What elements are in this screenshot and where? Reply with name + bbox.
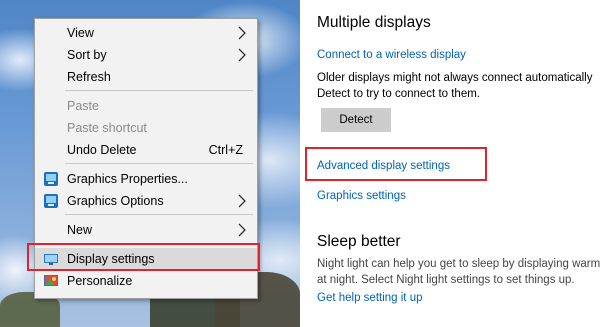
- graphics-settings-link[interactable]: Graphics settings: [317, 190, 406, 202]
- graphics-properties-icon: [44, 172, 58, 186]
- chevron-right-icon: [238, 194, 246, 208]
- menu-item-paste-shortcut[interactable]: Paste shortcut: [35, 117, 257, 139]
- display-settings-panel: Multiple displays Connect to a wireless …: [300, 0, 600, 327]
- older-displays-text-2: Detect to try to connect to them.: [317, 88, 480, 100]
- highlight-box: [305, 147, 487, 181]
- older-displays-text: Older displays might not always connect …: [317, 72, 593, 84]
- menu-item-view[interactable]: View: [35, 22, 257, 44]
- menu-item-new[interactable]: New: [35, 219, 257, 241]
- desktop-background: View Sort by Refresh Paste Paste shortcu…: [0, 0, 300, 327]
- menu-item-label: View: [67, 26, 94, 40]
- menu-item-personalize[interactable]: Personalize: [35, 270, 257, 292]
- menu-item-undo-delete[interactable]: Undo Delete Ctrl+Z: [35, 139, 257, 161]
- menu-separator: [65, 163, 253, 164]
- menu-item-sort-by[interactable]: Sort by: [35, 44, 257, 66]
- menu-item-label: Refresh: [67, 70, 111, 84]
- get-help-link[interactable]: Get help setting it up: [317, 292, 422, 304]
- menu-item-label: Undo Delete: [67, 143, 137, 157]
- menu-item-label: Graphics Properties...: [67, 172, 188, 186]
- menu-item-label: New: [67, 223, 93, 237]
- connect-wireless-display-link[interactable]: Connect to a wireless display: [317, 49, 466, 61]
- menu-item-label: Personalize: [67, 274, 133, 288]
- sleep-better-heading: Sleep better: [317, 233, 401, 250]
- night-light-text-2: at night. Select Night light settings to…: [317, 274, 575, 286]
- menu-separator: [65, 214, 253, 215]
- menu-item-graphics-properties[interactable]: Graphics Properties...: [35, 168, 257, 190]
- menu-item-label: Paste: [67, 99, 99, 113]
- personalize-icon: [44, 275, 58, 286]
- menu-item-label: Graphics Options: [67, 194, 164, 208]
- menu-item-graphics-options[interactable]: Graphics Options: [35, 190, 257, 212]
- menu-item-label: Paste shortcut: [67, 121, 147, 135]
- multiple-displays-heading: Multiple displays: [317, 14, 431, 31]
- chevron-right-icon: [238, 26, 246, 40]
- detect-button[interactable]: Detect: [321, 108, 391, 132]
- chevron-right-icon: [238, 48, 246, 62]
- menu-item-paste[interactable]: Paste: [35, 95, 257, 117]
- menu-item-label: Sort by: [67, 48, 107, 62]
- graphics-options-icon: [44, 194, 58, 208]
- night-light-text: Night light can help you get to sleep by…: [317, 258, 600, 270]
- menu-separator: [65, 90, 253, 91]
- menu-item-refresh[interactable]: Refresh: [35, 66, 257, 88]
- highlight-box: [27, 243, 260, 271]
- menu-item-shortcut: Ctrl+Z: [208, 143, 243, 157]
- chevron-right-icon: [238, 223, 246, 237]
